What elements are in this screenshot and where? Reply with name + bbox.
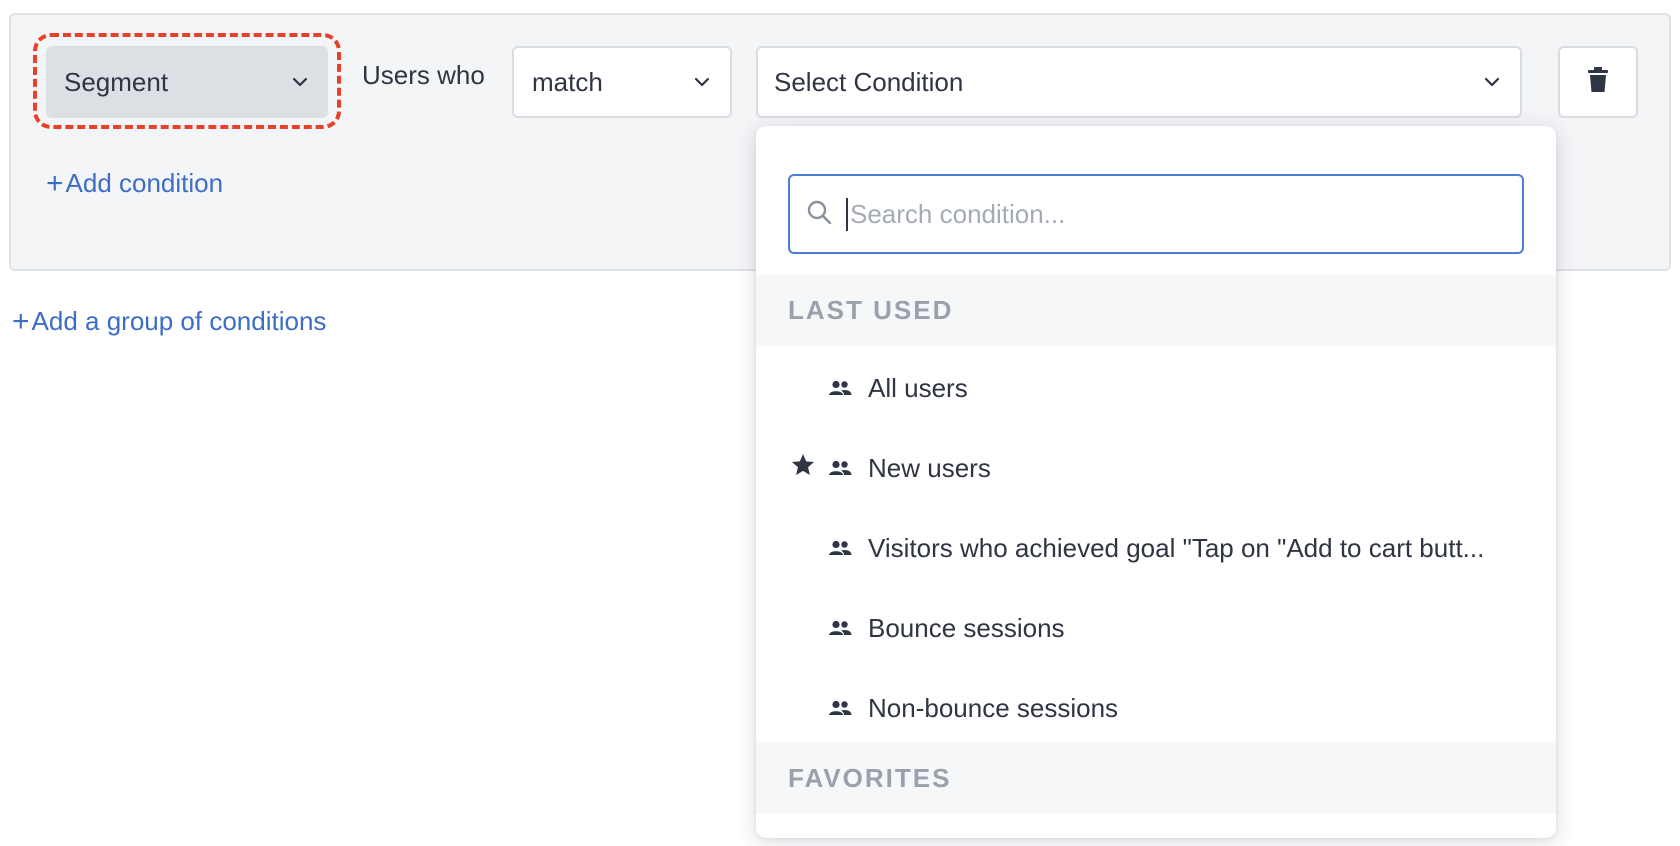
list-item[interactable]: Bounce sessions <box>756 588 1556 668</box>
segment-select-value: Segment <box>64 66 169 97</box>
plus-icon: + <box>12 304 30 338</box>
match-select-value: match <box>532 66 603 97</box>
list-item[interactable]: Non-bounce sessions <box>756 668 1556 748</box>
list-item-label: Visitors who achieved goal "Tap on "Add … <box>868 532 1485 563</box>
chevron-down-icon <box>290 72 310 92</box>
chevron-down-icon <box>692 72 712 92</box>
condition-dropdown: LAST USED All users New users Visitors w… <box>756 126 1556 838</box>
list-item-label: Non-bounce sessions <box>868 692 1119 723</box>
chevron-down-icon <box>1482 72 1502 92</box>
add-condition-link[interactable]: + Add condition <box>46 168 223 199</box>
list-item[interactable]: New users <box>756 428 1556 508</box>
users-group-icon <box>828 620 868 636</box>
list-item[interactable]: All users <box>756 348 1556 428</box>
trash-icon <box>1588 66 1608 98</box>
users-group-icon <box>828 380 868 396</box>
search-input[interactable] <box>846 197 1506 231</box>
list-item-label: All users <box>868 372 968 403</box>
add-group-link[interactable]: + Add a group of conditions <box>12 306 326 337</box>
search-icon <box>806 199 832 230</box>
section-header-last-used: LAST USED <box>756 274 1556 346</box>
add-group-label: Add a group of conditions <box>31 306 327 336</box>
section-header-favorites: FAVORITES <box>756 742 1556 814</box>
add-condition-label: Add condition <box>65 168 224 198</box>
list-item-label: New users <box>868 452 991 483</box>
delete-condition-button[interactable] <box>1558 46 1638 118</box>
match-select[interactable]: match <box>512 46 732 118</box>
star-icon[interactable] <box>790 452 816 485</box>
users-group-icon <box>828 700 868 716</box>
segment-select[interactable]: Segment <box>46 46 328 118</box>
plus-icon: + <box>46 166 64 200</box>
condition-select[interactable]: Select Condition <box>756 46 1522 118</box>
search-box[interactable] <box>788 174 1524 254</box>
list-item-label: Bounce sessions <box>868 612 1065 643</box>
condition-select-value: Select Condition <box>774 66 964 97</box>
users-group-icon <box>828 540 868 556</box>
users-group-icon <box>828 460 868 476</box>
list-item[interactable]: Visitors who achieved goal "Tap on "Add … <box>756 508 1556 588</box>
users-who-label: Users who <box>362 60 485 90</box>
